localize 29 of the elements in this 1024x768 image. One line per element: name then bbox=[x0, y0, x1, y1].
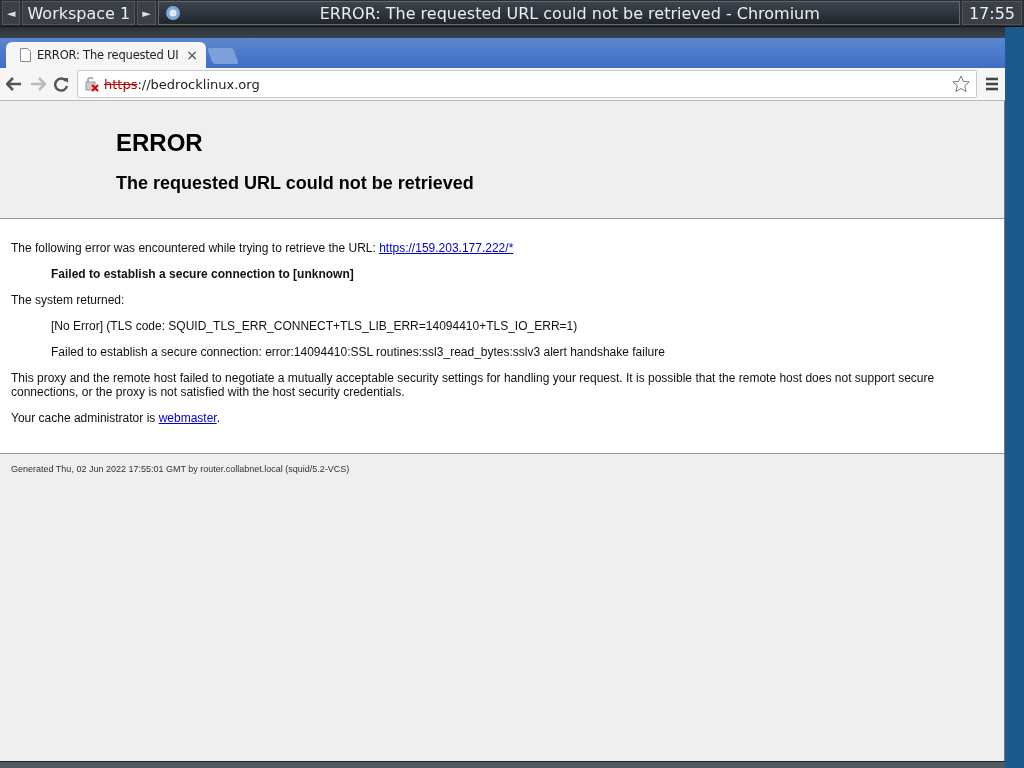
browser-tab[interactable]: ERROR: The requested UI × bbox=[6, 42, 206, 68]
broken-lock-icon bbox=[84, 76, 100, 92]
url-text: https://bedrocklinux.org bbox=[104, 76, 261, 92]
system-label: The system returned: bbox=[11, 293, 126, 307]
reload-icon[interactable] bbox=[54, 76, 69, 92]
clock: 17:55 bbox=[961, 1, 1022, 25]
system-message: [No Error] (TLS code: SQUID_TLS_ERR_CONNECT+TLS_LIB_ERR=14094410+TLS_IO_ERR=1) bbox=[50, 319, 579, 333]
error-heading: ERROR bbox=[116, 129, 204, 157]
menu-icon[interactable] bbox=[985, 77, 999, 91]
globe-icon bbox=[164, 5, 181, 21]
intro-text: The following error was encountered while trying to retrieve the URL: https://159.203.177.222/* bbox=[11, 241, 515, 255]
back-icon[interactable] bbox=[6, 77, 22, 91]
error-subheading: The requested URL could not be retrieved bbox=[116, 173, 475, 194]
admin-text: Your cache administrator is webmaster. bbox=[11, 411, 221, 425]
system-message: Failed to establish a secure connection: error:14094410:SSL routines:ssl3_read_bytes:sslv3 alert handshake failure bbox=[50, 345, 666, 359]
url-link[interactable]: https://159.203.177.222/* bbox=[379, 241, 514, 255]
close-tab-button[interactable]: × bbox=[186, 47, 198, 63]
address-bar[interactable]: https://bedrocklinux.org bbox=[77, 70, 977, 98]
next-workspace-button[interactable]: ► bbox=[137, 1, 156, 25]
page-icon bbox=[20, 48, 31, 62]
taskbar-button[interactable]: ERROR: The requested URL could not be retrieved - Chromium bbox=[157, 1, 960, 25]
workspace-name[interactable]: Workspace 1 bbox=[22, 1, 136, 25]
explanation-text: This proxy and the remote host failed to negotiate a mutually acceptable security settings for handling your request. It is possible that the remote host does not support secure connections, or the proxy is not satisfied with the host security credentials. bbox=[11, 371, 936, 399]
previous-workspace-button[interactable]: ◄ bbox=[2, 1, 21, 25]
error-detail: Failed to establish a secure connection to [unknown] bbox=[50, 267, 355, 281]
horizontal-scrollbar[interactable] bbox=[0, 761, 1005, 768]
star-icon[interactable] bbox=[952, 75, 970, 93]
webmaster-link[interactable]: webmaster bbox=[158, 411, 217, 425]
footer-text: Generated Thu, 02 Jun 2022 17:55:01 GMT by router.collabnet.local (squid/5.2-VCS) bbox=[10, 463, 351, 476]
